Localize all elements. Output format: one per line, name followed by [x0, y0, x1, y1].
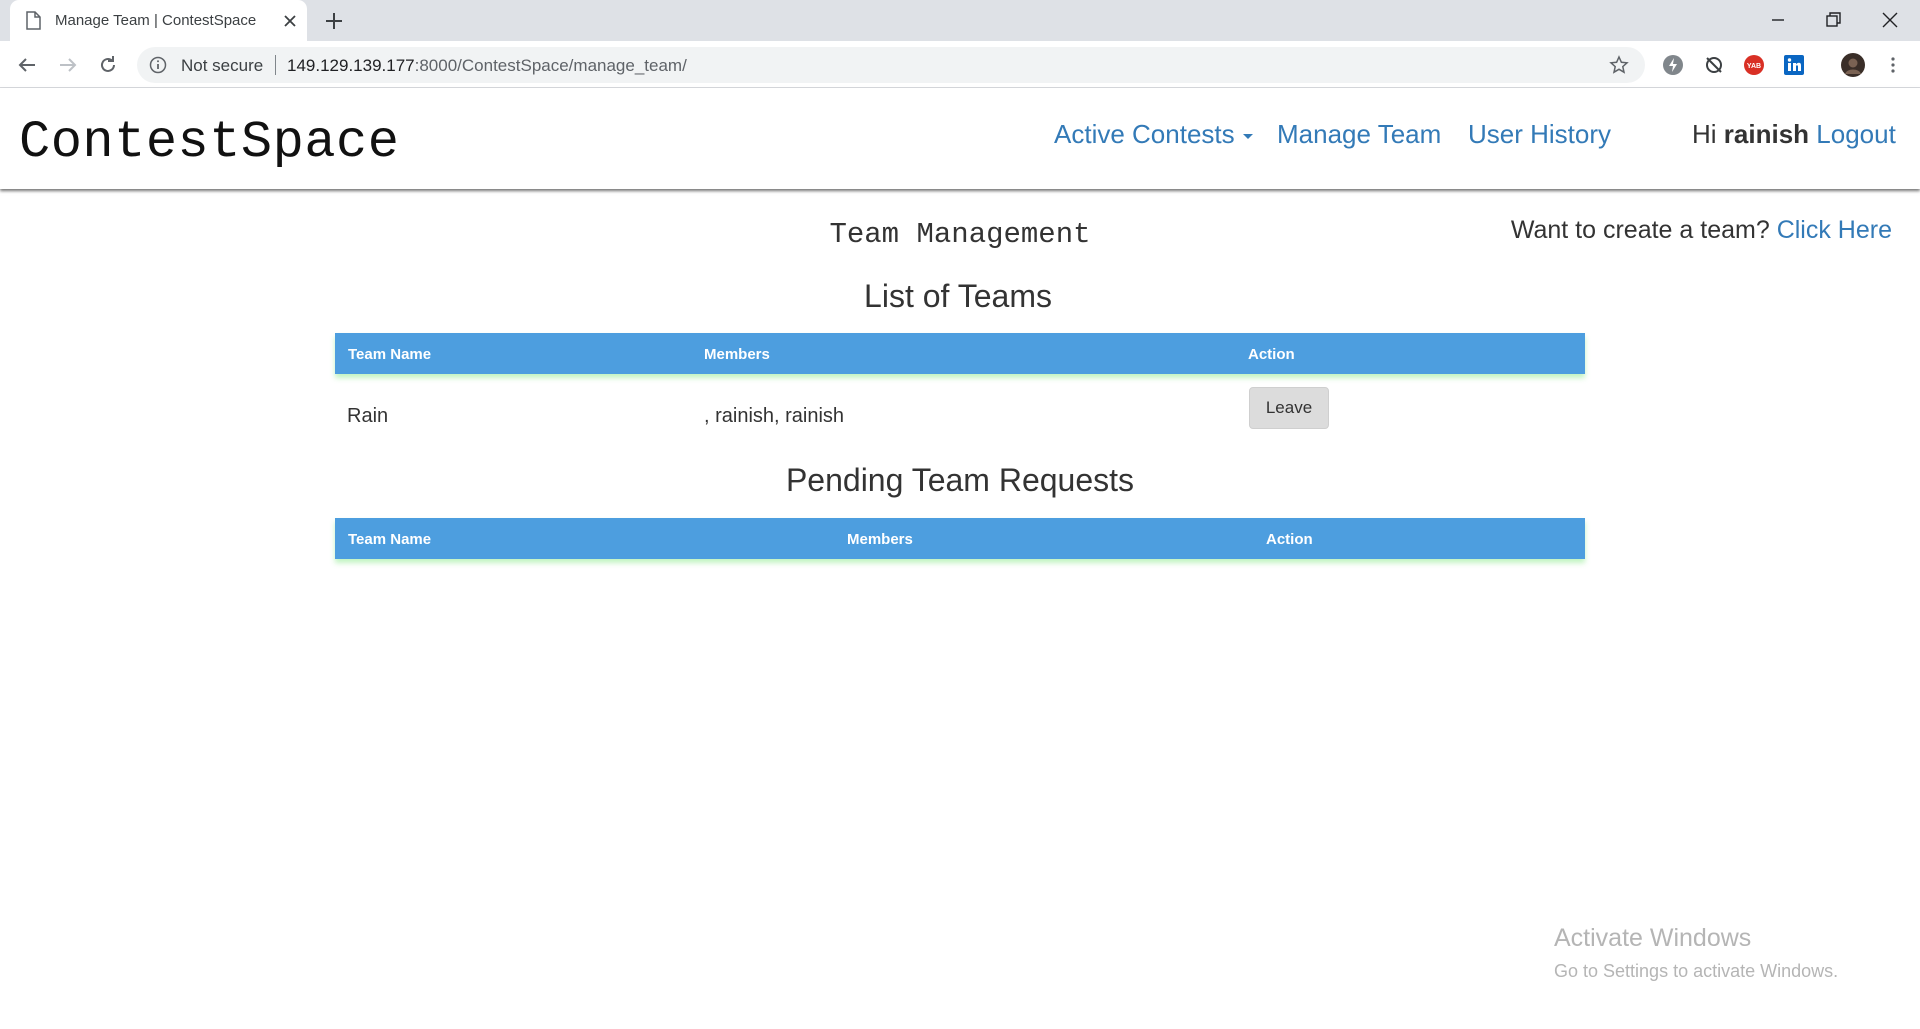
- site-navbar: ContestSpace Active Contests Manage Team…: [0, 88, 1920, 189]
- forward-icon[interactable]: [56, 53, 80, 77]
- url-host: 149.129.139.177: [287, 56, 415, 75]
- pending-section-title: Pending Team Requests: [785, 462, 1135, 498]
- pending-table-header: Team Name Members Action: [335, 518, 1585, 559]
- security-label: Not secure: [181, 56, 264, 75]
- teams-header-team-name: Team Name: [348, 346, 432, 363]
- caret-down-icon: [1242, 133, 1253, 139]
- browser-toolbar: Not secure 149.129.139.177:8000/ContestS…: [0, 41, 1920, 88]
- info-icon[interactable]: [149, 56, 167, 74]
- address-bar[interactable]: Not secure 149.129.139.177:8000/ContestS…: [137, 47, 1645, 83]
- team-members-cell: , rainish, rainish: [704, 405, 845, 427]
- watermark-subtitle: Go to Settings to activate Windows.: [1554, 961, 1839, 981]
- svg-text:YAB: YAB: [1747, 63, 1761, 70]
- pending-header-action: Action: [1266, 531, 1313, 548]
- teams-header-action: Action: [1248, 346, 1295, 363]
- divider: [275, 55, 276, 75]
- page-icon: [26, 11, 41, 30]
- linkedin-icon[interactable]: [1783, 54, 1805, 76]
- browser-tab[interactable]: Manage Team | ContestSpace: [10, 0, 307, 41]
- watermark-title: Activate Windows: [1554, 924, 1752, 952]
- brand-logo[interactable]: ContestSpace: [19, 113, 399, 172]
- url-text[interactable]: 149.129.139.177:8000/ContestSpace/manage…: [287, 56, 687, 76]
- user-greeting: Hi rainish Logout: [1692, 119, 1896, 150]
- new-tab-icon[interactable]: [324, 11, 344, 31]
- reload-icon[interactable]: [96, 53, 120, 77]
- bookmark-star-icon[interactable]: [1609, 55, 1629, 75]
- create-team-link[interactable]: Click Here: [1777, 216, 1892, 244]
- nav-manage-team[interactable]: Manage Team: [1277, 119, 1441, 150]
- teams-section-title: List of Teams: [864, 278, 1052, 314]
- browser-tabstrip: Manage Team | ContestSpace: [0, 0, 1920, 41]
- windows-activation-watermark: Activate Windows Go to Settings to activ…: [1554, 924, 1838, 982]
- username: rainish: [1723, 119, 1810, 149]
- nav-user-history[interactable]: User History: [1468, 119, 1611, 150]
- back-icon[interactable]: [15, 53, 39, 77]
- greeting-text: Hi: [1692, 119, 1717, 149]
- teams-header-members: Members: [704, 346, 770, 363]
- tab-title: Manage Team | ContestSpace: [55, 12, 257, 29]
- lightning-extension-icon[interactable]: [1662, 54, 1684, 76]
- nav-active-contests[interactable]: Active Contests: [1054, 119, 1253, 150]
- sync-extension-icon[interactable]: [1703, 54, 1725, 76]
- teams-table-header: Team Name Members Action: [335, 333, 1585, 374]
- nav-active-contests-label: Active Contests: [1054, 119, 1235, 149]
- create-team-text: Want to create a team?: [1510, 216, 1770, 244]
- team-name-cell: Rain: [347, 405, 389, 427]
- close-tab-icon[interactable]: [280, 11, 300, 31]
- logout-link[interactable]: Logout: [1816, 119, 1896, 149]
- pending-header-team-name: Team Name: [348, 531, 432, 548]
- restore-icon[interactable]: [1821, 8, 1845, 32]
- menu-dots-icon[interactable]: [1882, 54, 1904, 76]
- minimize-icon[interactable]: [1766, 8, 1790, 32]
- url-path: :8000/ContestSpace/manage_team/: [414, 56, 687, 75]
- close-window-icon[interactable]: [1878, 8, 1902, 32]
- profile-avatar[interactable]: [1841, 53, 1865, 77]
- create-team-prompt: Want to create a team? Click Here: [1511, 216, 1892, 245]
- pending-header-members: Members: [847, 531, 913, 548]
- leave-team-button[interactable]: Leave: [1249, 387, 1329, 429]
- yab-extension-icon[interactable]: YAB: [1743, 54, 1765, 76]
